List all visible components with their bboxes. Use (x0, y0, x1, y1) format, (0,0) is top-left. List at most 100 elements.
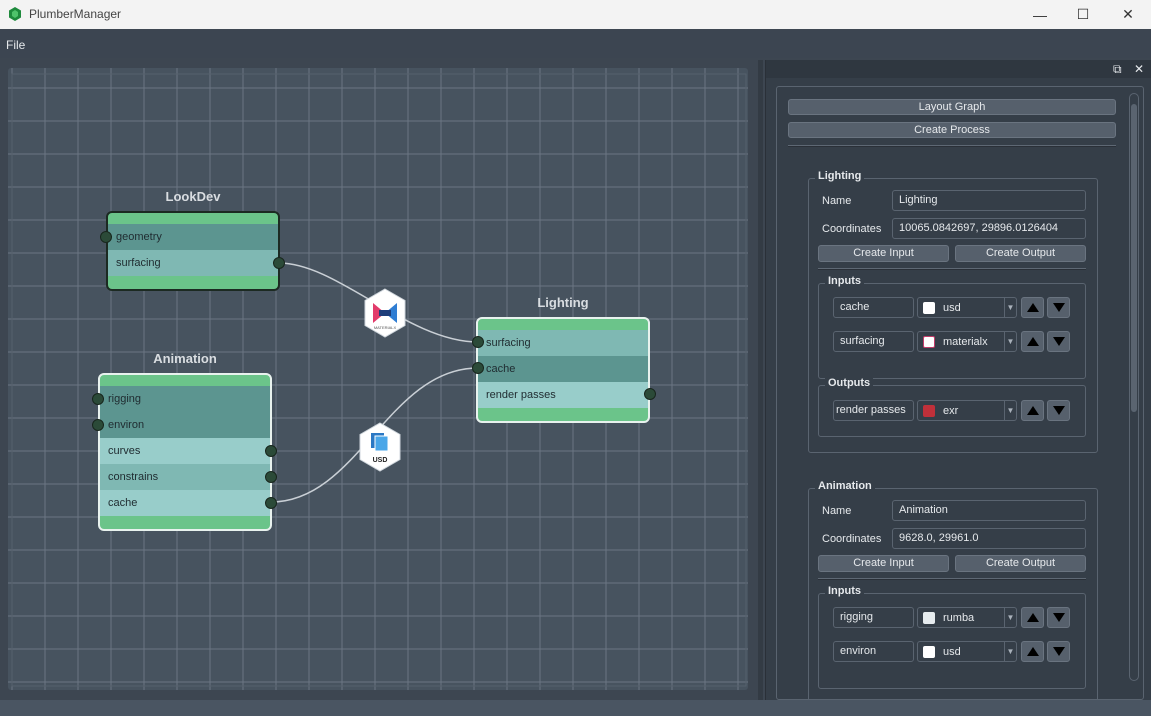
input-type-select[interactable]: rumba ▼ (917, 607, 1017, 628)
usd-type-icon (923, 646, 935, 658)
scrollbar-thumb[interactable] (1131, 104, 1137, 412)
divider (818, 268, 1086, 270)
create-output-button[interactable]: Create Output (955, 555, 1086, 572)
chevron-down-icon: ▼ (1004, 298, 1016, 317)
input-type-value: rumba (943, 612, 975, 624)
create-input-button[interactable]: Create Input (818, 245, 949, 262)
node-row-curves: curves (100, 438, 270, 464)
process-group-lighting: Lighting Name Lighting Coordinates 10065… (808, 170, 1098, 453)
chevron-down-icon: ▼ (1004, 332, 1016, 351)
coordinates-field[interactable]: 9628.0, 29961.0 (892, 528, 1086, 549)
materialx-type-icon (923, 336, 935, 348)
input-name-field[interactable]: surfacing (833, 331, 914, 352)
layout-graph-button[interactable]: Layout Graph (788, 99, 1116, 115)
port-lookdev-surfacing-out[interactable] (273, 257, 285, 269)
node-lighting[interactable]: surfacing cache render passes (476, 317, 650, 423)
arrow-up-icon (1026, 647, 1039, 656)
input-type-value: usd (943, 302, 961, 314)
vertical-scrollbar[interactable] (1129, 93, 1139, 681)
node-row-rigging: rigging (100, 386, 270, 412)
create-input-button[interactable]: Create Input (818, 555, 949, 572)
dock-header: ⧉ ✕ (766, 60, 1151, 78)
close-icon: ✕ (1122, 6, 1134, 22)
move-up-button[interactable] (1021, 641, 1044, 662)
move-down-button[interactable] (1047, 400, 1070, 421)
port-lighting-render-passes-out[interactable] (644, 388, 656, 400)
name-label: Name (822, 195, 852, 207)
arrow-up-icon (1026, 613, 1039, 622)
move-up-button[interactable] (1021, 331, 1044, 352)
port-animation-curves-out[interactable] (265, 445, 277, 457)
menu-file[interactable]: File (6, 38, 25, 52)
port-animation-constrains-out[interactable] (265, 471, 277, 483)
move-down-button[interactable] (1047, 297, 1070, 318)
move-up-button[interactable] (1021, 400, 1044, 421)
properties-scroll-area[interactable]: Layout Graph Create Process Lighting Nam… (776, 86, 1144, 700)
arrow-down-icon (1052, 613, 1065, 622)
input-type-select[interactable]: materialx ▼ (917, 331, 1017, 352)
create-process-button[interactable]: Create Process (788, 122, 1116, 138)
name-field[interactable]: Lighting (892, 190, 1086, 211)
name-label: Name (822, 505, 852, 517)
node-row-cache: cache (100, 490, 270, 516)
rumba-type-icon (923, 612, 935, 624)
output-name-field[interactable]: render passes (833, 400, 914, 421)
inputs-group: Inputs cache usd ▼ surfacing materialx ▼ (818, 275, 1086, 379)
panel-splitter[interactable] (758, 60, 763, 700)
outputs-group: Outputs render passes exr ▼ (818, 377, 1086, 437)
input-name-field[interactable]: rigging (833, 607, 914, 628)
node-row-cache: cache (478, 356, 648, 382)
inputs-title: Inputs (825, 585, 864, 597)
outputs-title: Outputs (825, 377, 874, 389)
node-lookdev[interactable]: geometry surfacing (106, 211, 280, 291)
coordinates-label: Coordinates (822, 533, 882, 545)
float-icon[interactable]: ⧉ (1113, 62, 1122, 77)
arrow-down-icon (1052, 647, 1065, 656)
input-type-select[interactable]: usd ▼ (917, 297, 1017, 318)
node-row-surfacing: surfacing (478, 330, 648, 356)
port-animation-rigging-in[interactable] (92, 393, 104, 405)
maximize-button[interactable]: ☐ (1060, 0, 1106, 29)
close-button[interactable]: ✕ (1105, 0, 1151, 29)
create-output-button[interactable]: Create Output (955, 245, 1086, 262)
input-name-field[interactable]: environ (833, 641, 914, 662)
dock-close-icon[interactable]: ✕ (1134, 62, 1144, 76)
app-icon (9, 7, 21, 21)
port-animation-cache-out[interactable] (265, 497, 277, 509)
usd-label: USD (373, 457, 388, 464)
node-row-render-passes: render passes (478, 382, 648, 408)
move-up-button[interactable] (1021, 297, 1044, 318)
coordinates-field[interactable]: 10065.0842697, 29896.0126404 (892, 218, 1086, 239)
node-row-surfacing: surfacing (108, 250, 278, 276)
port-animation-environ-in[interactable] (92, 419, 104, 431)
move-down-button[interactable] (1047, 607, 1070, 628)
arrow-down-icon (1052, 406, 1065, 415)
materialx-icon: MATERIALX (364, 288, 406, 338)
divider (788, 145, 1116, 147)
move-up-button[interactable] (1021, 607, 1044, 628)
node-animation[interactable]: rigging environ curves constrains cache (98, 373, 272, 531)
move-down-button[interactable] (1047, 641, 1070, 662)
status-bar (0, 700, 1151, 716)
input-type-value: usd (943, 646, 961, 658)
node-graph-canvas[interactable]: LookDev geometry surfacing Animation rig… (8, 68, 748, 690)
input-type-select[interactable]: usd ▼ (917, 641, 1017, 662)
port-lighting-surfacing-in[interactable] (472, 336, 484, 348)
process-group-animation: Animation Name Animation Coordinates 962… (808, 480, 1098, 699)
output-type-select[interactable]: exr ▼ (917, 400, 1017, 421)
port-lookdev-geometry-in[interactable] (100, 231, 112, 243)
divider (818, 578, 1086, 580)
port-lighting-cache-in[interactable] (472, 362, 484, 374)
output-type-value: exr (943, 405, 959, 417)
menu-bar: File (0, 30, 1151, 58)
inputs-title: Inputs (825, 275, 864, 287)
exr-type-icon (923, 405, 935, 417)
name-field[interactable]: Animation (892, 500, 1086, 521)
node-row-environ: environ (100, 412, 270, 438)
materialx-label: MATERIALX (374, 325, 397, 330)
arrow-down-icon (1052, 303, 1065, 312)
move-down-button[interactable] (1047, 331, 1070, 352)
inputs-group: Inputs rigging rumba ▼ environ usd ▼ (818, 585, 1086, 689)
minimize-button[interactable]: — (1017, 0, 1063, 29)
input-name-field[interactable]: cache (833, 297, 914, 318)
